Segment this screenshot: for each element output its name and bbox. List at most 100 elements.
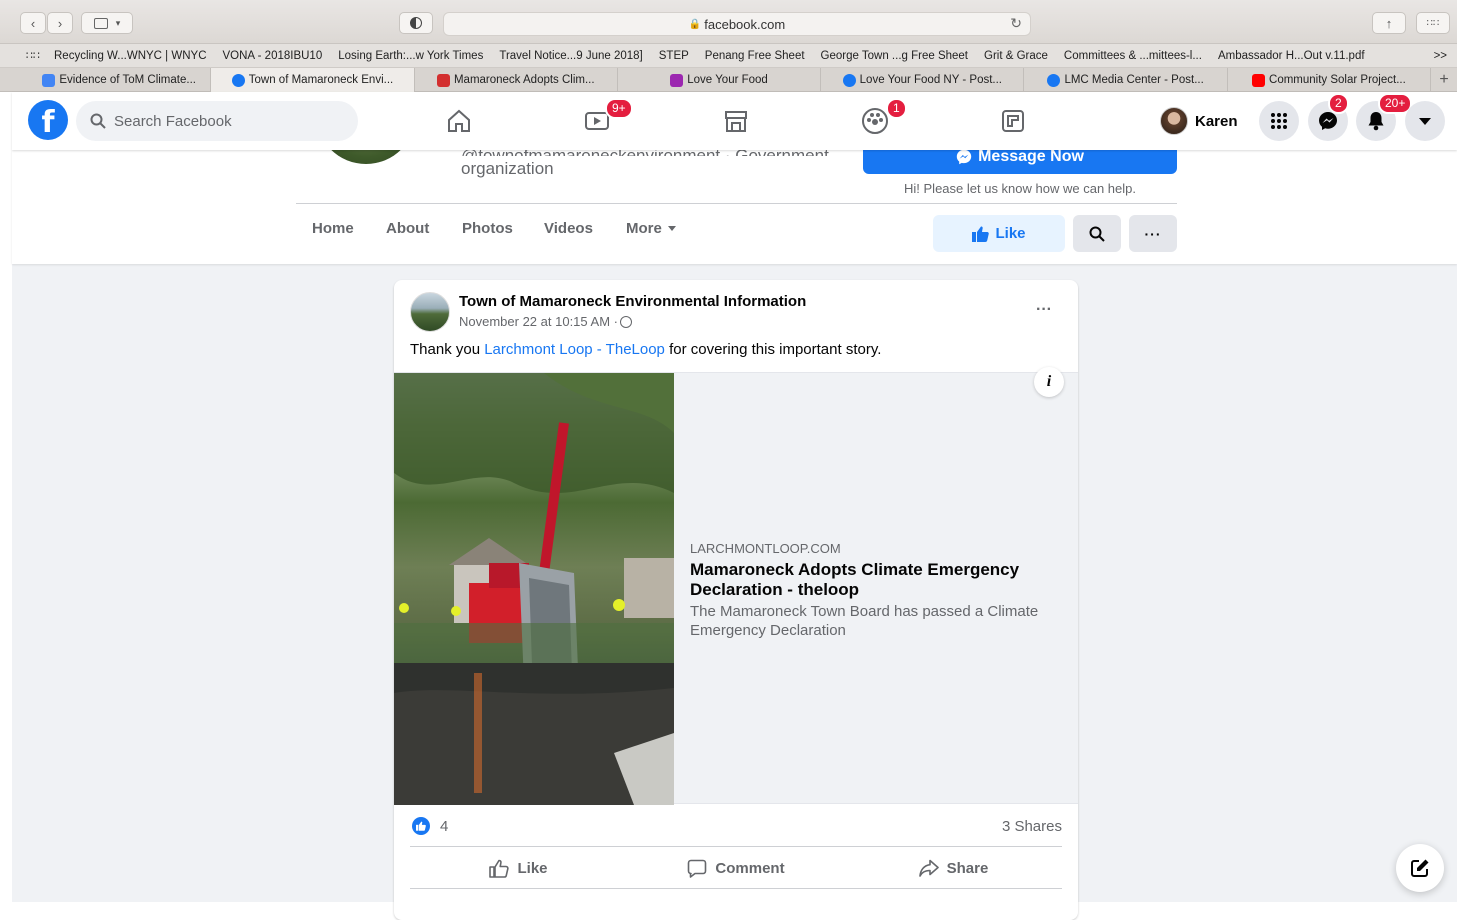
profile-button[interactable]: Karen [1160, 104, 1238, 138]
page-category: organization [461, 159, 554, 178]
link-preview[interactable]: i LARCHMONTLOOP.COM Mamaroneck Adopts Cl… [394, 367, 1078, 805]
browser-tab[interactable]: Evidence of ToM Climate... [28, 68, 212, 92]
grid-menu-icon [1271, 113, 1287, 129]
post-like-button[interactable]: Like [410, 850, 627, 886]
back-button[interactable]: ‹ [20, 12, 46, 34]
home-icon [448, 109, 470, 132]
browser-tab[interactable]: Love Your Food [618, 68, 822, 92]
search-placeholder: Search Facebook [114, 112, 232, 130]
nav-marketplace[interactable] [681, 98, 791, 144]
bookmark-item[interactable]: VONA - 2018IBU10 [223, 50, 323, 62]
address-bar[interactable]: 🔒 facebook.com ↻ [443, 12, 1031, 36]
facebook-icon [1047, 73, 1061, 87]
more-dots-icon: ··· [1036, 301, 1052, 318]
post-share-label: Share [946, 859, 989, 877]
account-menu-button[interactable] [1405, 101, 1445, 141]
post-mention-link[interactable]: Larchmont Loop - TheLoop [484, 341, 665, 358]
grid-icon[interactable]: ∷∷ [26, 49, 40, 62]
page-body: @townofmamaroneckenvironment · Governmen… [12, 110, 1457, 920]
chevron-right-icon: › [57, 15, 63, 31]
tab-videos[interactable]: Videos [544, 220, 593, 237]
post-author[interactable]: Town of Mamaroneck Environmental Informa… [459, 293, 806, 310]
post-like-label: Like [517, 859, 548, 877]
browser-tab[interactable]: Love Your Food NY - Post... [821, 68, 1025, 92]
facebook-f-icon: f [41, 105, 55, 140]
watch-badge: 9+ [605, 98, 633, 119]
menu-button[interactable] [1259, 101, 1299, 141]
facebook-icon [842, 73, 856, 87]
browser-tab[interactable]: LMC Media Center - Post... [1024, 68, 1228, 92]
share-count[interactable]: 3 Shares [1002, 818, 1062, 835]
bookmarks-more-button[interactable]: >> [1434, 50, 1447, 62]
tab-label: Evidence of ToM Climate... [59, 74, 196, 86]
nav-home[interactable] [404, 98, 514, 144]
browser-tab-active[interactable]: Town of Mamaroneck Envi... [211, 68, 415, 92]
caret-down-icon [1419, 117, 1431, 125]
nav-watch[interactable]: 9+ [542, 98, 652, 144]
tab-home[interactable]: Home [312, 220, 354, 237]
post-timestamp[interactable]: November 22 at 10:15 AM · [459, 314, 618, 329]
tab-label: Love Your Food [687, 74, 768, 86]
tab-photos[interactable]: Photos [462, 220, 513, 237]
new-tab-button[interactable]: + [1431, 68, 1457, 91]
reactions-summary[interactable]: 4 [412, 817, 448, 835]
sidebar-button[interactable]: ▾ [81, 12, 133, 34]
comment-icon [688, 859, 707, 878]
groups-badge: 1 [886, 98, 907, 119]
page-like-button[interactable]: Like [933, 215, 1065, 252]
share-icon: ↑ [1385, 15, 1393, 31]
chevron-down-icon: ▾ [115, 17, 121, 28]
more-dots-icon: ··· [1144, 225, 1162, 242]
tab-overview-button[interactable]: ∷∷ [1416, 12, 1450, 34]
tab-more[interactable]: More [626, 220, 676, 237]
compose-icon [1411, 859, 1429, 877]
new-message-button[interactable] [1396, 844, 1444, 892]
post-timestamp-row: November 22 at 10:15 AM · [459, 314, 632, 329]
page-more-button[interactable]: ··· [1129, 215, 1177, 252]
post-comment-button[interactable]: Comment [627, 850, 845, 886]
reload-icon[interactable]: ↻ [1010, 15, 1022, 32]
marketplace-icon [725, 111, 747, 132]
notifications-button[interactable]: 20+ [1356, 93, 1413, 141]
tab-more-label: More [626, 220, 662, 237]
post-options-button[interactable]: ··· [1024, 294, 1064, 326]
post-author-avatar[interactable] [410, 292, 450, 332]
tab-about[interactable]: About [386, 220, 429, 237]
page-search-button[interactable] [1073, 215, 1121, 252]
bookmark-item[interactable]: Ambassador H...Out v.11.pdf [1218, 50, 1365, 62]
grid-icon: ∷∷ [1426, 17, 1440, 29]
url-text: facebook.com [704, 16, 786, 32]
messenger-button[interactable]: 2 [1308, 93, 1349, 141]
bookmark-item[interactable]: Recycling W...WNYC | WNYC [54, 50, 207, 62]
browser-tab[interactable]: Mamaroneck Adopts Clim... [415, 68, 618, 92]
browser-toolbar: ‹ › ▾ 🔒 facebook.com ↻ ↑ ∷∷ [0, 0, 1457, 44]
bookmark-item[interactable]: Travel Notice...9 June 2018] [499, 50, 642, 62]
link-title[interactable]: Mamaroneck Adopts Climate Emergency Decl… [690, 560, 1050, 600]
link-preview-image[interactable] [394, 373, 674, 805]
thumbs-up-icon [972, 226, 990, 242]
tab-bar: Evidence of ToM Climate... Town of Mamar… [0, 68, 1457, 92]
bell-icon [1368, 112, 1384, 131]
bookmark-item[interactable]: George Town ...g Free Sheet [821, 50, 968, 62]
bookmark-item[interactable]: STEP [659, 50, 689, 62]
post-share-button[interactable]: Share [845, 850, 1062, 886]
link-info-button[interactable]: i [1034, 367, 1064, 397]
bookmark-item[interactable]: Grit & Grace [984, 50, 1048, 62]
privacy-report-button[interactable] [399, 12, 433, 34]
tab-label: Community Solar Project... [1269, 74, 1406, 86]
bookmark-item[interactable]: Committees & ...mittees-l... [1064, 50, 1202, 62]
facebook-logo[interactable]: f [28, 100, 68, 140]
bookmark-item[interactable]: Losing Earth:...w York Times [338, 50, 483, 62]
share-button[interactable]: ↑ [1372, 12, 1406, 34]
messenger-icon [1319, 112, 1337, 130]
nav-gaming[interactable] [958, 98, 1068, 144]
info-icon: i [1046, 373, 1052, 390]
browser-tab[interactable]: Community Solar Project... [1228, 68, 1432, 92]
nav-groups[interactable]: 1 [820, 98, 930, 144]
messenger-icon [956, 149, 972, 165]
bookmark-item[interactable]: Penang Free Sheet [705, 50, 805, 62]
comments-divider [410, 888, 1062, 889]
forward-button[interactable]: › [47, 12, 73, 34]
lock-icon: 🔒 [688, 18, 702, 30]
search-input[interactable]: Search Facebook [76, 101, 358, 141]
